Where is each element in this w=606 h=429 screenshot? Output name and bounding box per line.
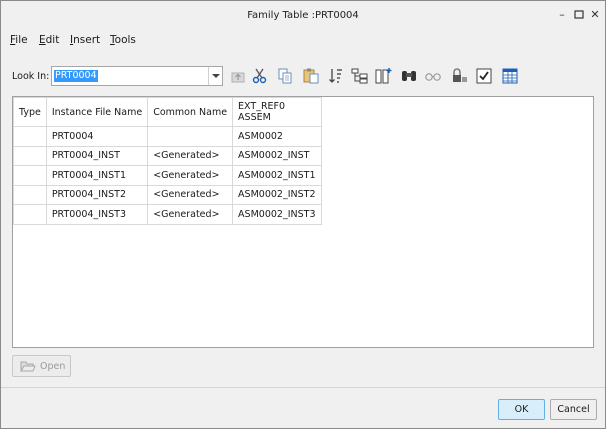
cell-instance[interactable]: PRT0004_INST3 [45,204,149,225]
cell-instance[interactable]: PRT0004 [45,126,149,147]
menu-file[interactable]: File [10,34,28,46]
table-row[interactable]: PRT0004_INST2 <Generated> ASM0002_INST2 [13,184,322,205]
family-table-window: Family Table :PRT0004 – ✕ File Edit Inse… [0,0,606,429]
cell-type[interactable] [13,165,47,186]
ext-ref-header-line2: ASSEM [238,112,271,123]
lock-icon[interactable] [451,67,469,85]
up-level-icon[interactable] [229,67,247,85]
open-button-label: Open [40,361,66,372]
glasses-icon[interactable] [424,67,442,85]
menu-edit[interactable]: Edit [39,34,59,46]
cell-instance[interactable]: PRT0004_INST2 [45,184,149,205]
table-icon[interactable] [501,67,519,85]
cell-ref[interactable]: ASM0002 [232,126,322,147]
paste-icon[interactable] [302,67,320,85]
cell-ref[interactable]: ASM0002_INST1 [232,165,322,186]
cancel-button[interactable]: Cancel [550,399,597,420]
cell-type[interactable] [13,204,47,225]
cell-common[interactable] [147,126,234,147]
cell-common[interactable]: <Generated> [147,184,234,205]
minimize-icon[interactable]: – [554,7,570,23]
cell-type[interactable] [13,126,47,147]
menu-insert[interactable]: Insert [70,34,100,46]
look-in-value: PRT0004 [54,70,98,82]
cell-type[interactable] [13,145,47,166]
maximize-icon[interactable] [571,7,587,23]
column-header-common[interactable]: Common Name [147,97,234,127]
find-icon[interactable] [400,67,418,85]
table-row[interactable]: PRT0004_INST <Generated> ASM0002_INST [13,145,322,166]
verify-icon[interactable] [475,67,493,85]
cell-instance[interactable]: PRT0004_INST [45,145,149,166]
open-button[interactable]: Open [12,355,71,377]
menu-tools[interactable]: Tools [110,34,136,46]
table-row[interactable]: PRT0004_INST3 <Generated> ASM0002_INST3 [13,204,322,225]
column-header-type[interactable]: Type [13,97,47,127]
table-header-row: Type Instance File Name Common Name EXT_… [13,97,322,127]
cell-common[interactable]: <Generated> [147,145,234,166]
cell-instance[interactable]: PRT0004_INST1 [45,165,149,186]
copy-icon[interactable] [276,67,294,85]
table-row[interactable]: PRT0004 ASM0002 [13,126,322,147]
table-row[interactable]: PRT0004_INST1 <Generated> ASM0002_INST1 [13,165,322,186]
column-header-ext-ref[interactable]: EXT_REF0 ASSEM [232,97,322,127]
sort-icon[interactable] [327,67,345,85]
ext-ref-header-line1: EXT_REF0 [238,101,286,112]
cell-ref[interactable]: ASM0002_INST [232,145,322,166]
divider [1,387,605,388]
title-bar: Family Table :PRT0004 – ✕ [1,1,605,31]
cell-ref[interactable]: ASM0002_INST2 [232,184,322,205]
toolbar: Look In: PRT0004 [1,63,605,89]
close-icon[interactable]: ✕ [587,7,603,23]
cell-common[interactable]: <Generated> [147,165,234,186]
folder-open-icon [20,361,36,372]
cell-common[interactable]: <Generated> [147,204,234,225]
instance-table: Type Instance File Name Common Name EXT_… [13,97,322,225]
ok-button[interactable]: OK [498,399,545,420]
insert-column-icon[interactable] [375,67,393,85]
family-table: Type Instance File Name Common Name EXT_… [12,96,594,348]
chevron-down-icon[interactable] [208,67,222,85]
menu-bar: File Edit Insert Tools [1,32,605,50]
window-title: Family Table :PRT0004 [247,10,359,21]
column-header-instance[interactable]: Instance File Name [45,97,149,127]
cell-type[interactable] [13,184,47,205]
cell-ref[interactable]: ASM0002_INST3 [232,204,322,225]
cut-icon[interactable] [251,67,269,85]
look-in-label: Look In: [12,71,50,82]
tree-icon[interactable] [351,67,369,85]
look-in-select[interactable]: PRT0004 [51,66,223,86]
